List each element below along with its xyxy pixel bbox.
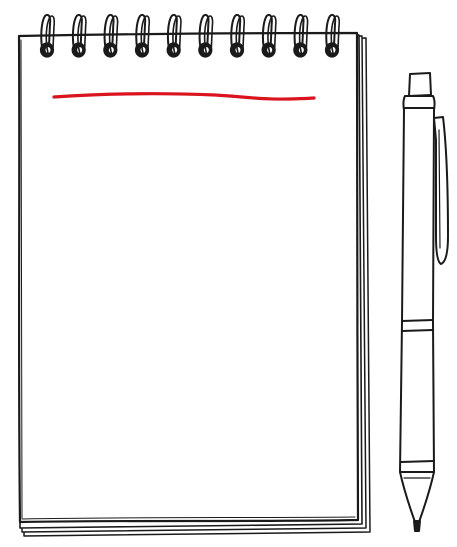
pen-tip-cone	[399, 471, 435, 523]
notepad	[17, 13, 371, 537]
pen-body	[399, 95, 436, 473]
pen-click-button	[408, 72, 432, 97]
pen	[399, 72, 449, 532]
notepad-and-pen-illustration	[17, 13, 449, 537]
illustration-scene	[0, 0, 457, 547]
pen-grip-band-bottom	[400, 460, 435, 463]
pen-clip	[433, 116, 449, 265]
pen-ball-point	[413, 520, 421, 532]
pen-grip-band-top	[401, 319, 434, 322]
pen-grip-band-top-2	[401, 329, 434, 332]
notepad-front-page	[17, 31, 360, 524]
